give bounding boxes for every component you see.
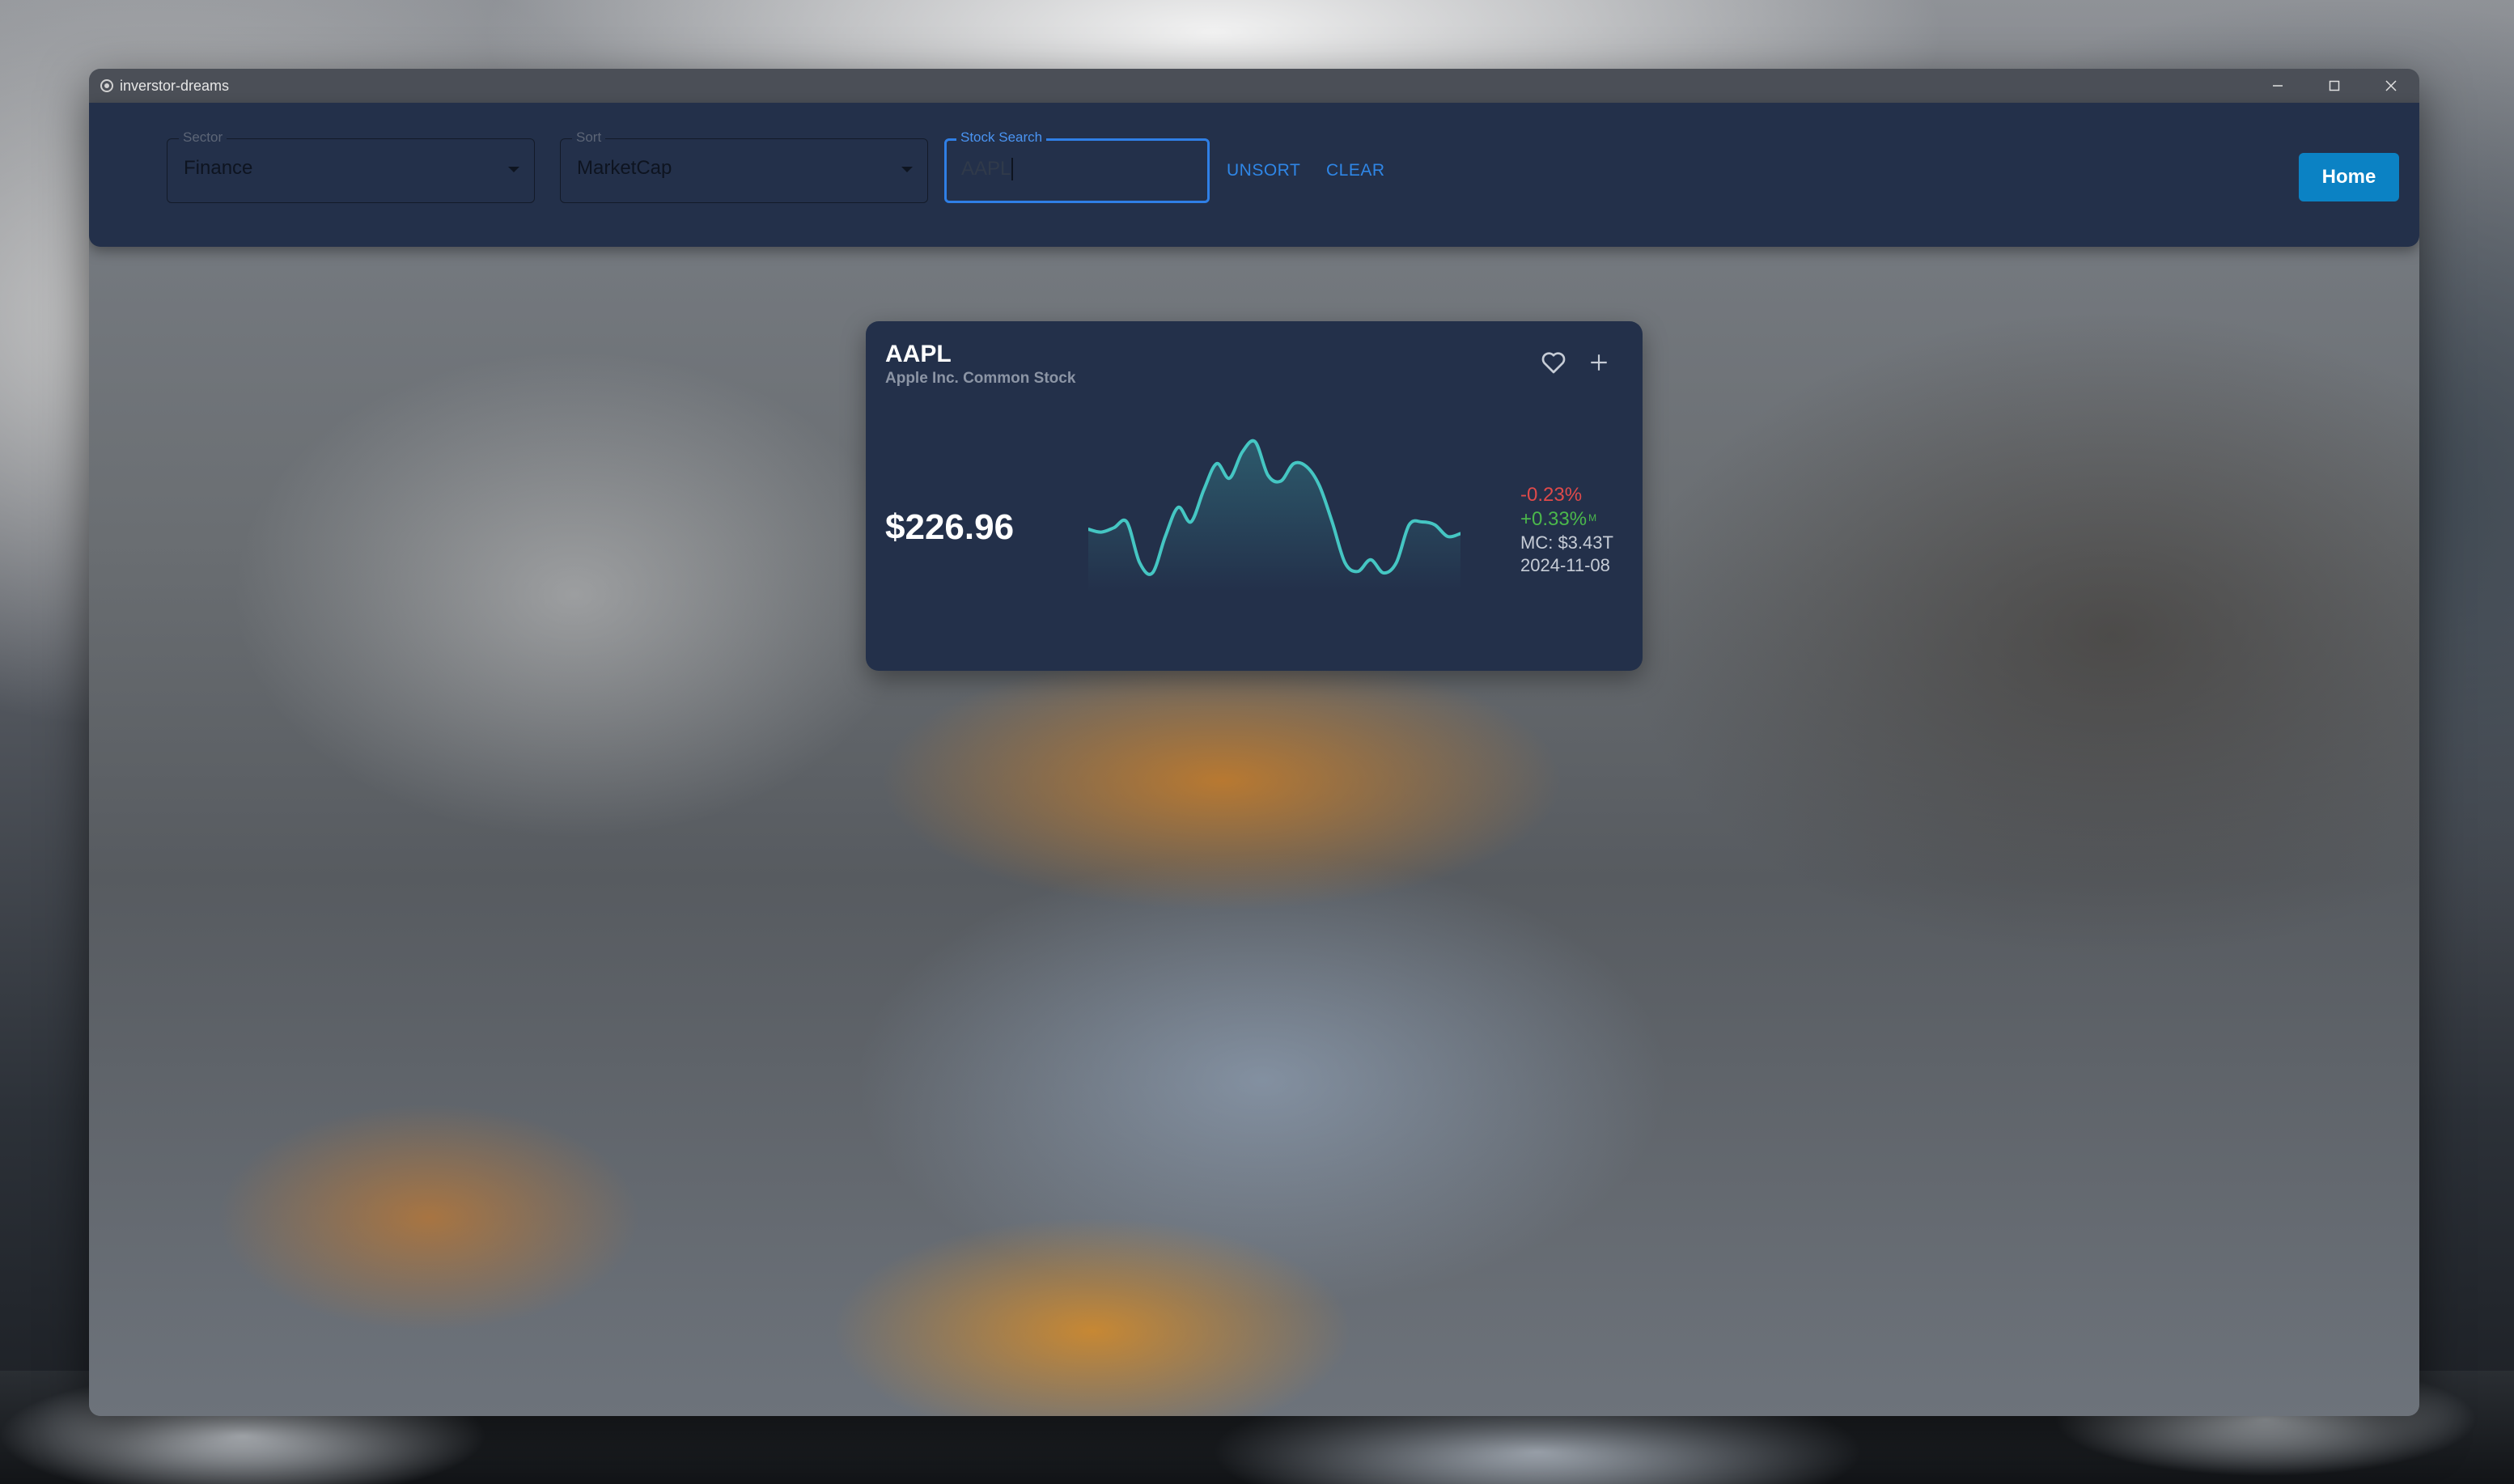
close-button[interactable]	[2363, 69, 2419, 103]
sort-select[interactable]: Sort MarketCap	[560, 129, 928, 203]
heart-icon[interactable]	[1541, 350, 1566, 375]
sector-label: Sector	[179, 129, 227, 146]
window-controls	[2249, 69, 2419, 103]
title-bar[interactable]: inverstor-dreams	[89, 69, 2419, 103]
day-change: -0.23%	[1520, 484, 1583, 506]
stock-stats: -0.23% +0.33% M MC: $3.43T 2024-11-08	[1520, 483, 1613, 577]
chevron-down-icon	[508, 167, 519, 172]
month-marker: M	[1588, 512, 1597, 524]
clear-button[interactable]: CLEAR	[1326, 161, 1385, 180]
unsort-button[interactable]: UNSORT	[1227, 161, 1300, 180]
month-change: +0.33%	[1520, 508, 1588, 530]
minimize-icon	[2273, 85, 2283, 87]
close-icon	[2385, 80, 2397, 91]
quote-date: 2024-11-08	[1520, 555, 1610, 575]
sort-label: Sort	[572, 129, 606, 146]
maximize-icon	[2329, 80, 2340, 91]
sector-value: Finance	[184, 157, 253, 179]
sector-select[interactable]: Sector Finance	[167, 129, 535, 203]
stock-card[interactable]: AAPL Apple Inc. Common Stock $226.96 -0.…	[866, 321, 1643, 671]
toolbar: Sector Finance Sort MarketCap Stock Sear…	[89, 103, 2419, 247]
stock-ticker: AAPL	[885, 341, 952, 367]
sort-value: MarketCap	[577, 157, 672, 179]
app-logo-icon	[100, 79, 113, 92]
market-cap: MC: $3.43T	[1520, 532, 1613, 553]
window-title: inverstor-dreams	[120, 77, 230, 94]
app-window: inverstor-dreams Sector Finance Sort Mar…	[89, 69, 2419, 1416]
plus-icon[interactable]	[1588, 352, 1609, 373]
stock-search-value[interactable]: AAPL	[961, 158, 1014, 180]
stock-price: $226.96	[885, 507, 1015, 547]
price-sparkline-chart	[1088, 439, 1460, 592]
month-change-row: +0.33% M	[1520, 507, 1613, 532]
home-button[interactable]: Home	[2299, 153, 2399, 201]
chevron-down-icon	[901, 167, 913, 172]
stock-search-input[interactable]: Stock Search AAPL	[944, 129, 1210, 203]
minimize-button[interactable]	[2249, 69, 2306, 103]
company-name: Apple Inc. Common Stock	[885, 370, 1076, 387]
stock-search-label: Stock Search	[956, 129, 1047, 146]
maximize-button[interactable]	[2306, 69, 2363, 103]
